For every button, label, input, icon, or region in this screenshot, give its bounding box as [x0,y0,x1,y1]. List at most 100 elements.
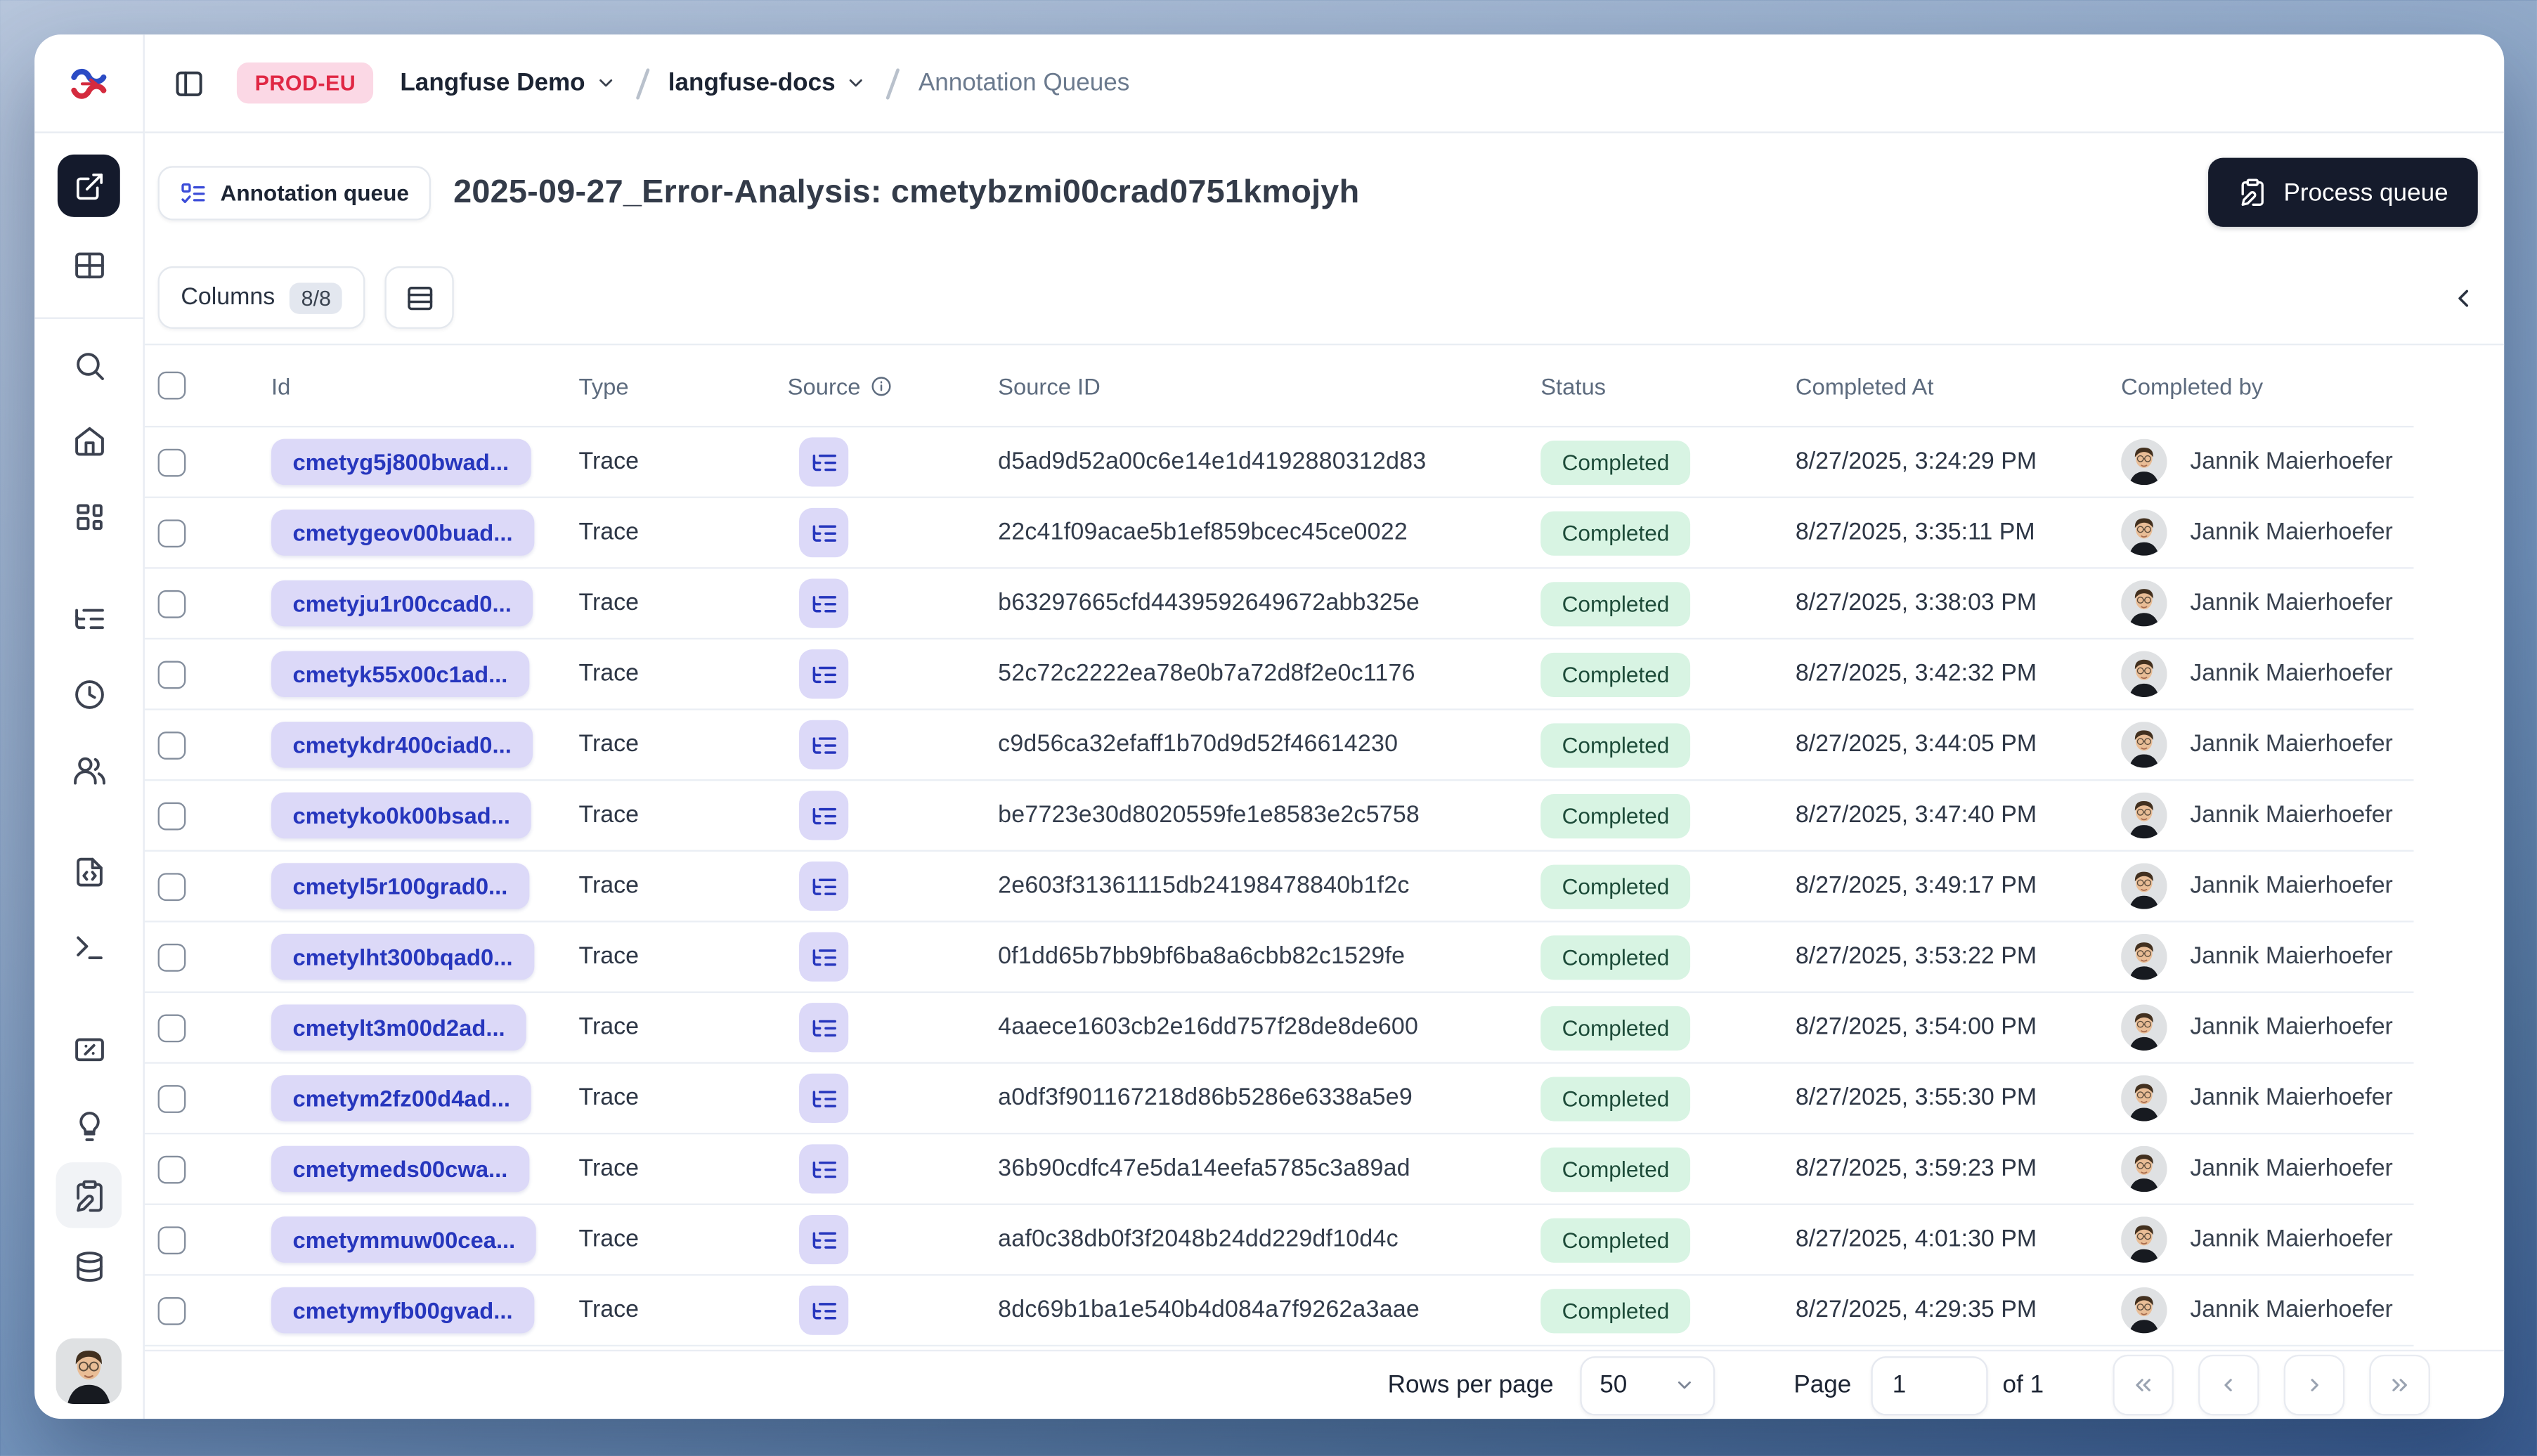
row-completed-by: Jannik Maierhoefer [2190,590,2393,617]
table-row[interactable]: cmetylt3m00d2ad... Trace 4aaece1603cb2e1… [144,993,2414,1064]
breadcrumb-org[interactable]: Langfuse Demo [400,69,616,97]
row-checkbox[interactable] [157,1296,186,1325]
sidebar-item-prompts[interactable] [51,833,127,909]
row-source-link[interactable] [799,1003,849,1053]
first-page-button[interactable] [2113,1354,2174,1416]
row-height-button[interactable] [385,266,455,329]
column-header-source[interactable]: Source [788,372,894,398]
row-source-link[interactable] [799,1214,849,1265]
table-row[interactable]: cmetyko0k00bsad... Trace be7723e30d80205… [144,781,2414,852]
sidebar-toggle-button[interactable] [164,58,214,108]
sidebar-item-insights[interactable] [51,1086,127,1162]
row-id-pill[interactable]: cmetylt3m00d2ad... [271,1004,527,1051]
row-id-pill[interactable]: cmetygeov00buad... [271,509,534,556]
column-header-status[interactable]: Status [1540,372,1606,398]
row-checkbox[interactable] [157,1013,186,1042]
open-external-button[interactable] [57,154,120,217]
sidebar-item-search[interactable] [51,327,127,403]
process-queue-button[interactable]: Process queue [2207,157,2478,227]
row-source-link[interactable] [799,578,849,628]
row-checkbox[interactable] [157,1226,186,1254]
column-header-id[interactable]: Id [271,372,290,398]
table-row[interactable]: cmetykdr400ciad0... Trace c9d56ca32efaff… [144,710,2414,781]
row-source-link[interactable] [799,649,849,699]
table-row[interactable]: cmetyl5r100grad0... Trace 2e603f31361115… [144,852,2414,923]
row-source-link[interactable] [799,1285,849,1335]
row-id-pill[interactable]: cmetykdr400ciad0... [271,722,533,768]
row-completed-at: 8/27/2025, 3:53:22 PM [1795,943,2037,970]
sidebar-item-dashboards[interactable] [51,479,127,554]
sidebar-item-playground[interactable] [51,909,127,985]
row-checkbox[interactable] [157,730,186,759]
row-checkbox[interactable] [157,589,186,618]
table-row[interactable]: cmetyk55x00c1ad... Trace 52c72c2222ea78e… [144,639,2414,710]
row-source-link[interactable] [799,932,849,982]
table-view-button[interactable] [58,233,120,296]
list-tree-icon [812,948,836,966]
lightbulb-icon [79,1111,99,1140]
row-completed-at: 8/27/2025, 3:42:32 PM [1795,661,2037,687]
sidebar-item-users[interactable] [51,732,127,807]
rows-per-page-select[interactable]: 50 [1580,1356,1715,1415]
table-row[interactable]: cmetymmuw00cea... Trace aaf0c38db0f3f204… [144,1205,2414,1276]
next-page-button[interactable] [2283,1354,2345,1416]
collapse-panel-button[interactable] [2439,273,2488,322]
langfuse-logo[interactable] [34,34,143,134]
row-source-id: be7723e30d8020559fe1e8583e2c5758 [998,802,1420,829]
sidebar-item-annotation-queues[interactable] [56,1162,122,1228]
row-id-pill[interactable]: cmetyju1r00ccad0... [271,580,533,627]
row-checkbox[interactable] [157,1084,186,1112]
row-source-link[interactable] [799,720,849,769]
row-id-pill[interactable]: cmetyko0k00bsad... [271,792,532,839]
sidebar-item-datasets[interactable] [51,1228,127,1304]
table-row[interactable]: cmetymyfb00gvad... Trace 8dc69b1ba1e540b… [144,1276,2414,1347]
row-checkbox[interactable] [157,801,186,830]
table-row[interactable]: cmetymeds00cwa... Trace 36b90cdfc47e5da1… [144,1134,2414,1205]
row-checkbox[interactable] [157,519,186,547]
row-id-pill[interactable]: cmetymyfb00gvad... [271,1287,535,1334]
row-source-link[interactable] [799,791,849,840]
column-header-source-id[interactable]: Source ID [998,372,1101,398]
table-row[interactable]: cmetyju1r00ccad0... Trace b63297665cfd44… [144,569,2414,640]
column-header-type[interactable]: Type [579,372,629,398]
sidebar-item-sessions[interactable] [51,656,127,732]
row-id-pill[interactable]: cmetymmuw00cea... [271,1216,537,1263]
row-id-pill[interactable]: cmetymeds00cwa... [271,1145,529,1192]
previous-page-button[interactable] [2198,1354,2259,1416]
user-avatar[interactable] [56,1338,122,1405]
table-row[interactable]: cmetygeov00buad... Trace 22c41f09acae5b1… [144,498,2414,569]
sidebar-item-evaluation[interactable] [51,1011,127,1087]
row-checkbox[interactable] [157,942,186,971]
breadcrumb-project[interactable]: langfuse-docs [668,69,867,97]
project-name: langfuse-docs [668,69,836,98]
last-page-button[interactable] [2369,1354,2430,1416]
table-body: cmetyg5j800bwad... Trace d5ad9d52a00c6e1… [144,427,2504,1350]
sidebar-item-traces[interactable] [51,580,127,656]
row-checkbox[interactable] [157,872,186,900]
row-checkbox[interactable] [157,448,186,476]
sidebar-item-home[interactable] [51,403,127,479]
table-row[interactable]: cmetylht300bqad0... Trace 0f1dd65b7bb9bf… [144,923,2414,994]
status-badge: Completed [1540,864,1691,909]
list-tree-icon [812,665,836,682]
row-id-pill[interactable]: cmetyg5j800bwad... [271,438,531,486]
status-badge: Completed [1540,1217,1691,1262]
row-source-link[interactable] [799,1073,849,1123]
column-header-completed-at[interactable]: Completed At [1796,372,1934,398]
row-id-pill[interactable]: cmetyl5r100grad0... [271,863,529,909]
row-id-pill[interactable]: cmetym2fz00d4ad... [271,1075,532,1122]
column-header-completed-by[interactable]: Completed by [2121,372,2263,398]
row-source-link[interactable] [799,507,849,558]
row-source-link[interactable] [799,1144,849,1194]
row-source-link[interactable] [799,861,849,911]
table-row[interactable]: cmetym2fz00d4ad... Trace a0df3f901167218… [144,1064,2414,1135]
row-checkbox[interactable] [157,1155,186,1183]
select-all-checkbox[interactable] [157,371,186,400]
row-id-pill[interactable]: cmetylht300bqad0... [271,933,534,980]
row-source-link[interactable] [799,437,849,487]
row-id-pill[interactable]: cmetyk55x00c1ad... [271,651,529,697]
table-row[interactable]: cmetyg5j800bwad... Trace d5ad9d52a00c6e1… [144,427,2414,498]
page-number-input[interactable] [1871,1356,1988,1415]
row-checkbox[interactable] [157,660,186,689]
columns-button[interactable]: Columns 8/8 [157,266,366,329]
